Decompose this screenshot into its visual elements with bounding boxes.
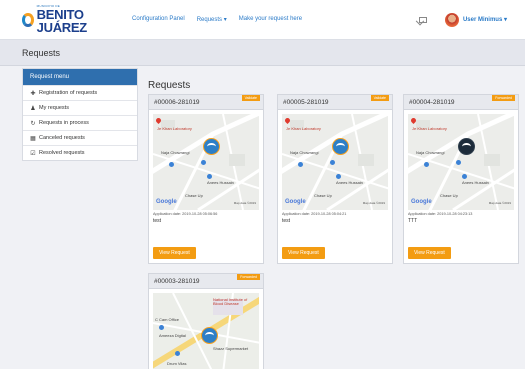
poi-icon <box>207 174 212 179</box>
request-id: #00003-281019 <box>154 278 200 285</box>
application-date: Application date: 2019-10-28 05:04:21 <box>282 212 347 216</box>
sidebar-item-canceled[interactable]: ▦ Canceled requests <box>23 130 137 145</box>
view-request-button[interactable]: View Request <box>153 247 196 259</box>
location-map[interactable]: Je Khan Laboratory Naja Chowrangi Anees … <box>153 114 259 210</box>
page-header: Requests <box>0 40 525 66</box>
location-map[interactable]: Je Khan Laboratory Naja Chowrangi Anees … <box>282 114 388 210</box>
poi-icon <box>169 162 174 167</box>
refresh-icon: ↻ <box>30 120 36 127</box>
status-badge: Validate <box>370 95 389 101</box>
request-description: TTT <box>408 218 418 224</box>
poi-icon <box>336 174 341 179</box>
view-request-button[interactable]: View Request <box>408 247 451 259</box>
request-id: #00004-281019 <box>409 99 455 106</box>
sidebar-item-my-requests[interactable]: ♟ My requests <box>23 100 137 115</box>
user-menu[interactable]: User Minimus ▾ <box>463 16 507 23</box>
google-logo: Google <box>411 199 432 205</box>
mail-icon[interactable] <box>418 16 427 23</box>
poi-icon <box>456 160 461 165</box>
request-id: #00005-281019 <box>283 99 329 106</box>
poi-icon <box>159 325 164 330</box>
status-badge: Forwarded <box>237 274 260 280</box>
request-marker-icon[interactable] <box>458 138 475 155</box>
nav-requests-dropdown[interactable]: Requests ▾ <box>197 16 227 23</box>
status-badge: Forwarded <box>492 95 515 101</box>
google-logo: Google <box>156 199 177 205</box>
request-marker-icon[interactable] <box>201 327 218 344</box>
top-navbar: MUNICIPIO DE BENITO JUÁREZ Configuration… <box>0 0 525 40</box>
request-id: #00006-281019 <box>154 99 200 106</box>
check-icon: ☑ <box>30 150 36 157</box>
brand-logo[interactable]: MUNICIPIO DE BENITO JUÁREZ <box>22 5 108 34</box>
nav-configuration-panel[interactable]: Configuration Panel <box>132 16 185 23</box>
poi-icon <box>175 351 180 356</box>
request-card: #00003-281019 Forwarded National Institu… <box>148 273 264 369</box>
main-title: Requests <box>148 80 191 91</box>
request-card: #00006-281019 Validate Je Khan Laborator… <box>148 94 264 264</box>
nav-make-request[interactable]: Make your request here <box>239 16 302 23</box>
request-marker-icon[interactable] <box>332 138 349 155</box>
avatar[interactable] <box>444 12 459 27</box>
sidebar-item-resolved[interactable]: ☑ Resolved requests <box>23 145 137 160</box>
sidebar-item-in-process[interactable]: ↻ Requests in process <box>23 115 137 130</box>
application-date: Application date: 2019-10-28 04:23:13 <box>408 212 473 216</box>
poi-icon <box>424 162 429 167</box>
poi-icon <box>298 162 303 167</box>
request-card: #00005-281019 Validate Je Khan Laborator… <box>277 94 393 264</box>
status-badge: Validate <box>241 95 260 101</box>
request-description: test <box>153 218 162 224</box>
view-request-button[interactable]: View Request <box>282 247 325 259</box>
google-logo: Google <box>285 199 306 205</box>
ban-icon: ▦ <box>30 135 36 142</box>
request-description: test <box>282 218 291 224</box>
location-map[interactable]: National Institute of Blood Disease C Ca… <box>153 293 259 369</box>
poi-icon <box>201 160 206 165</box>
brand-name: BENITO JUÁREZ <box>36 7 88 35</box>
request-card: #00004-281019 Forwarded Je Khan Laborato… <box>403 94 519 264</box>
user-icon: ♟ <box>30 105 36 112</box>
poi-icon <box>330 160 335 165</box>
logo-ring-icon <box>22 12 34 27</box>
request-marker-icon[interactable] <box>203 138 220 155</box>
nav-links: Configuration Panel Requests ▾ Make your… <box>132 16 302 23</box>
poi-icon <box>462 174 467 179</box>
location-map[interactable]: Je Khan Laboratory Naja Chowrangi Anees … <box>408 114 514 210</box>
sidebar-item-registration[interactable]: ✚ Registration of requests <box>23 85 137 100</box>
application-date: Application date: 2019-10-28 05:06:56 <box>153 212 218 216</box>
page-title: Requests <box>22 48 61 58</box>
request-menu: Request menu ✚ Registration of requests … <box>22 68 138 161</box>
plus-icon: ✚ <box>30 90 36 97</box>
request-menu-heading: Request menu <box>23 69 137 85</box>
